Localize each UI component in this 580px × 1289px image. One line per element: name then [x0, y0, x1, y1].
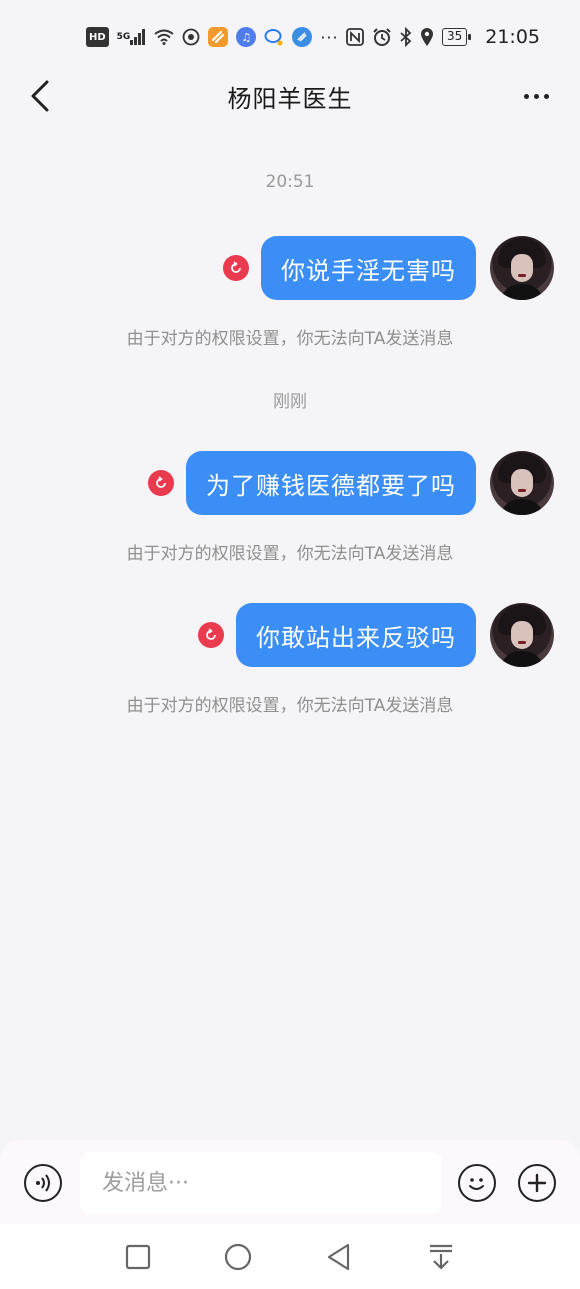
avatar-lips	[518, 489, 526, 492]
avatar[interactable]	[490, 603, 554, 667]
hotspot-icon	[182, 27, 200, 47]
more-options-button[interactable]	[518, 78, 554, 114]
triangle-back-icon	[327, 1243, 350, 1271]
back-nav-button[interactable]	[324, 1242, 354, 1272]
resend-icon[interactable]	[148, 470, 174, 496]
plus-icon	[527, 1173, 547, 1193]
location-icon	[420, 27, 434, 47]
nav-bar: 杨阳羊医生	[0, 74, 580, 118]
smiley-icon	[469, 1178, 484, 1190]
avatar-body	[500, 499, 544, 515]
avatar-face	[511, 254, 533, 282]
home-button[interactable]	[223, 1242, 253, 1272]
status-left: HD 5G ♫ ···	[86, 27, 339, 47]
message-row: 你敢站出来反驳吗	[198, 603, 554, 667]
status-right: 35 21:05	[346, 26, 540, 48]
more-dots-icon: ···	[320, 27, 339, 47]
back-button[interactable]	[22, 78, 58, 114]
send-failed-notice: 由于对方的权限设置，你无法向TA发送消息	[126, 696, 454, 716]
status-bar: HD 5G ♫ ··· 35 21:05	[0, 0, 580, 74]
notification-pull-button[interactable]	[426, 1242, 456, 1272]
message-row: 为了赚钱医德都要了吗	[148, 451, 554, 515]
chevron-left-icon	[31, 80, 49, 112]
bluetooth-icon	[400, 27, 412, 47]
chat-timestamp: 刚刚	[273, 392, 307, 412]
chat-bubble-icon	[264, 27, 284, 47]
hd-icon: HD	[86, 27, 109, 47]
avatar-body	[500, 284, 544, 300]
avatar[interactable]	[490, 451, 554, 515]
input-bar	[0, 1140, 580, 1224]
resend-icon[interactable]	[223, 255, 249, 281]
resend-icon[interactable]	[198, 622, 224, 648]
message-bubble[interactable]: 你敢站出来反驳吗	[236, 603, 476, 667]
emoji-button[interactable]	[458, 1164, 496, 1202]
message-input[interactable]	[80, 1152, 442, 1214]
avatar-face	[511, 469, 533, 497]
square-icon	[125, 1244, 151, 1270]
app-icon-orange	[208, 27, 229, 47]
add-attachment-button[interactable]	[518, 1164, 556, 1202]
voice-icon	[36, 1174, 50, 1192]
page-title: 杨阳羊医生	[227, 84, 353, 113]
avatar-lips	[518, 641, 526, 644]
avatar-face	[511, 621, 533, 649]
send-failed-notice: 由于对方的权限设置，你无法向TA发送消息	[126, 544, 454, 564]
chat-timestamp: 20:51	[265, 172, 315, 192]
circle-icon	[224, 1243, 252, 1271]
avatar-body	[500, 651, 544, 667]
system-nav-bar	[0, 1224, 580, 1289]
voice-button[interactable]	[24, 1164, 62, 1202]
message-bubble[interactable]: 你说手淫无害吗	[261, 236, 476, 300]
browser-icon	[292, 27, 313, 47]
recents-button[interactable]	[123, 1242, 153, 1272]
pull-down-icon	[430, 1244, 452, 1270]
signal-label: 5G	[116, 32, 131, 42]
send-failed-notice: 由于对方的权限设置，你无法向TA发送消息	[126, 329, 454, 349]
nfc-icon	[346, 27, 364, 47]
wifi-icon	[154, 27, 174, 47]
more-dot	[523, 93, 529, 99]
message-row: 你说手淫无害吗	[223, 236, 554, 300]
more-dot	[543, 93, 549, 99]
alarm-icon	[372, 27, 392, 47]
signal-5g-icon: 5G	[117, 27, 147, 47]
more-dot	[533, 93, 539, 99]
clock: 21:05	[485, 26, 540, 48]
avatar-lips	[518, 274, 526, 277]
avatar[interactable]	[490, 236, 554, 300]
battery-icon: 35	[441, 28, 472, 46]
music-icon: ♫	[236, 27, 257, 47]
message-bubble[interactable]: 为了赚钱医德都要了吗	[186, 451, 476, 515]
